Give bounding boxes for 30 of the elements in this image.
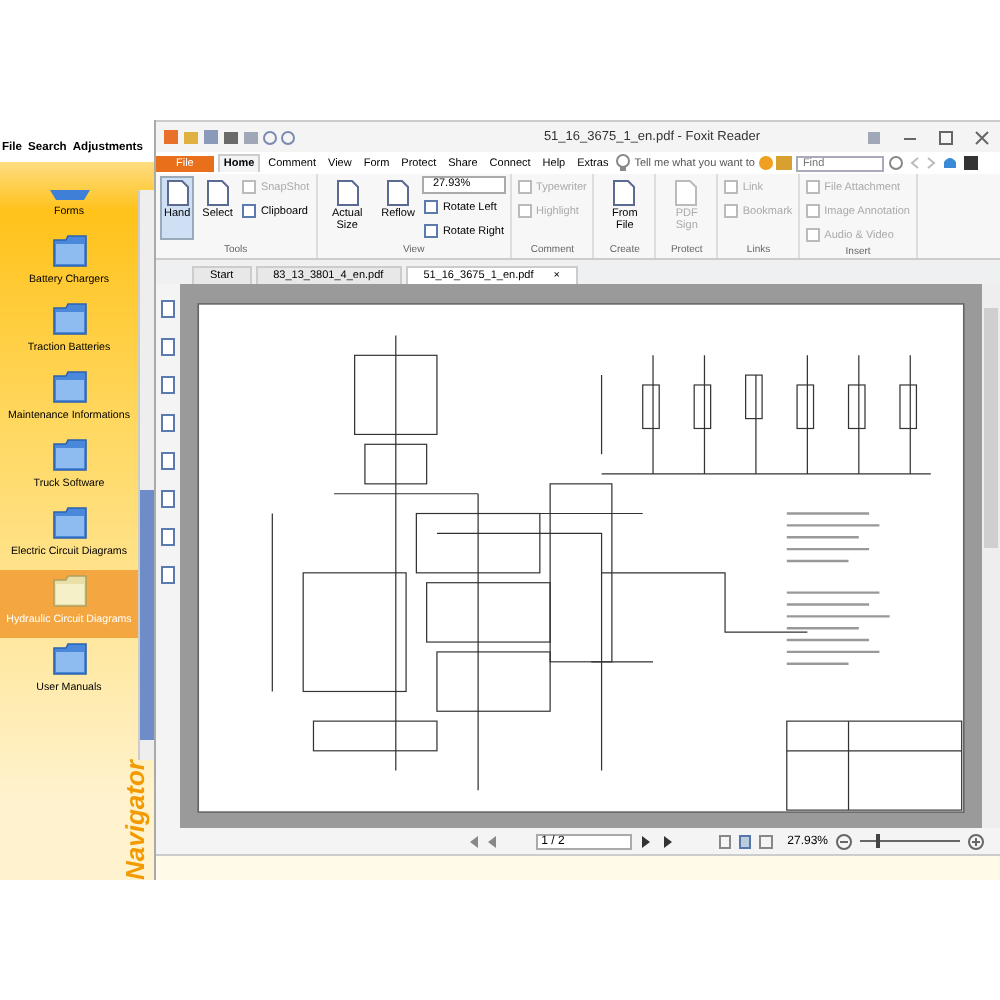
- sidebar-tool-icon[interactable]: [160, 414, 176, 432]
- sidebar-tool-icon[interactable]: [160, 300, 176, 318]
- scrollbar[interactable]: [138, 190, 154, 761]
- document-icon: [386, 180, 411, 206]
- document-icon: [612, 180, 637, 206]
- sidebar-tool-icon[interactable]: [160, 338, 176, 356]
- sidebar-tool-icon[interactable]: [160, 566, 176, 584]
- folder-icon: [51, 302, 87, 336]
- zoom-out-icon[interactable]: [836, 833, 852, 849]
- scrollbar[interactable]: [982, 284, 1000, 828]
- sidebar-tool-icon[interactable]: [160, 376, 176, 394]
- toolbar-icons[interactable]: [888, 154, 981, 172]
- sidebar-tool-icon[interactable]: [160, 452, 176, 470]
- folder-icon: [51, 234, 87, 268]
- folder-icon: [51, 438, 87, 472]
- folder-icon: [51, 574, 87, 608]
- document-icon: [205, 180, 230, 206]
- folder-icon: [51, 506, 87, 540]
- document-icon: [674, 180, 699, 206]
- sidebar-tool-icon[interactable]: [160, 528, 176, 546]
- zoom-in-icon[interactable]: [968, 833, 984, 849]
- folder-icon: [51, 642, 87, 676]
- document-icon: [335, 180, 360, 206]
- document-icon: [165, 180, 190, 206]
- window-controls[interactable]: [868, 129, 992, 145]
- lightbulb-icon: [616, 154, 631, 172]
- navigator-title: Navigator: [120, 760, 150, 880]
- sidebar-tool-icon[interactable]: [160, 490, 176, 508]
- folder-icon: [47, 190, 91, 200]
- folder-icon: [51, 370, 87, 404]
